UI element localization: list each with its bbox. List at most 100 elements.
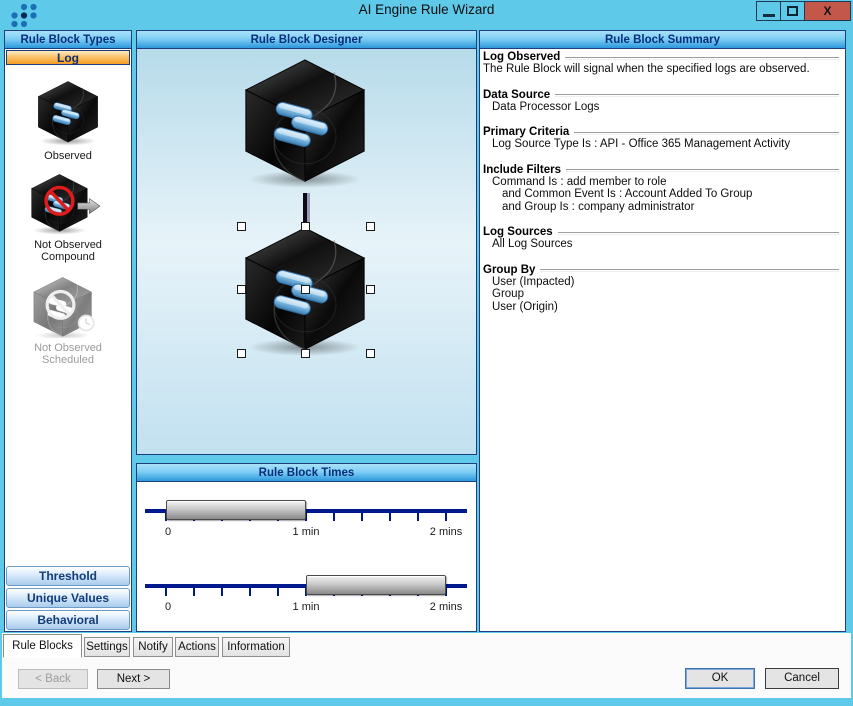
slider-tick [445, 511, 447, 521]
summary-line: and Group Is : company administrator [483, 201, 839, 214]
rule-block-summary-panel: Rule Block Summary Log Observed The Rule… [479, 30, 846, 632]
slider-tick [361, 511, 363, 521]
summary-line: Group [483, 288, 839, 301]
ok-button[interactable]: OK [685, 668, 755, 689]
section-title: Include Filters [483, 164, 561, 176]
title-bar[interactable]: AI Engine Rule Wizard X [0, 0, 853, 22]
summary-section-group-by: Group By User (Impacted) Group User (Ori… [483, 264, 839, 314]
time-slider-2[interactable]: 0 1 min 2 mins [137, 559, 476, 629]
threshold-type-button[interactable]: Threshold [6, 566, 130, 586]
slider-label-0: 0 [165, 601, 171, 613]
minimize-button[interactable] [756, 1, 781, 21]
section-title: Log Observed [483, 51, 560, 63]
section-divider [566, 169, 839, 172]
type-item-not-observed-scheduled: Not Observed Scheduled [12, 276, 124, 367]
section-divider [574, 132, 839, 135]
tab-notify[interactable]: Notify [133, 637, 173, 657]
window-title: AI Engine Rule Wizard [0, 2, 853, 17]
section-title: Log Sources [483, 226, 553, 238]
tab-actions[interactable]: Actions [175, 637, 219, 657]
section-divider [558, 232, 839, 235]
summary-line: User (Origin) [483, 301, 839, 314]
selection-handle[interactable] [237, 349, 246, 358]
selection-handle[interactable] [301, 222, 310, 231]
rule-block-summary-body: Log Observed The Rule Block will signal … [480, 49, 845, 313]
section-divider [555, 94, 839, 97]
summary-section-log-sources: Log Sources All Log Sources [483, 226, 839, 251]
cancel-button[interactable]: Cancel [765, 668, 839, 689]
rule-block-times-panel: Rule Block Times 0 1 min 2 mins 0 1 min … [136, 463, 477, 632]
slider-label-1min: 1 min [293, 601, 320, 613]
designer-canvas[interactable] [137, 49, 476, 454]
summary-line: Data Processor Logs [483, 101, 839, 114]
summary-section-include-filters: Include Filters Command Is : add member … [483, 164, 839, 214]
slider-label-1min: 1 min [293, 526, 320, 538]
unique-values-type-button[interactable]: Unique Values [6, 588, 130, 608]
selection-handle[interactable] [301, 349, 310, 358]
section-divider [540, 269, 839, 272]
slider-tick [277, 586, 279, 596]
section-title: Group By [483, 264, 535, 276]
section-title: Primary Criteria [483, 126, 569, 138]
type-item-label: Not Observed Compound [12, 239, 124, 264]
behavioral-type-button[interactable]: Behavioral [6, 610, 130, 630]
slider-tick [389, 511, 391, 521]
slider-label-2mins: 2 mins [430, 601, 462, 613]
rule-block-summary-header: Rule Block Summary [480, 31, 845, 49]
summary-line: User (Impacted) [483, 276, 839, 289]
type-item-label: Observed [12, 150, 124, 163]
summary-line: All Log Sources [483, 238, 839, 251]
type-item-not-observed-compound[interactable]: Not Observed Compound [12, 173, 124, 264]
maximize-icon [787, 6, 798, 16]
section-divider [565, 57, 839, 60]
rule-block-designer-panel: Rule Block Designer [136, 30, 477, 455]
tab-rule-blocks[interactable]: Rule Blocks [3, 634, 82, 658]
summary-section-primary-criteria: Primary Criteria Log Source Type Is : AP… [483, 126, 839, 151]
slider-range-bar[interactable] [166, 500, 306, 520]
summary-line: The Rule Block will signal when the spec… [483, 63, 839, 76]
slider-label-2mins: 2 mins [430, 526, 462, 538]
slider-tick [165, 586, 167, 596]
close-button[interactable]: X [804, 1, 851, 21]
selection-handle[interactable] [366, 222, 375, 231]
selection-handle[interactable] [366, 285, 375, 294]
bottom-bar: Rule Blocks Settings Notify Actions Info… [2, 633, 851, 698]
next-button[interactable]: Next > [97, 669, 170, 689]
designer-log-cube-1[interactable] [241, 57, 369, 189]
not-observed-scheduled-icon [30, 276, 106, 338]
slider-label-0: 0 [165, 526, 171, 538]
minimize-icon [763, 14, 775, 17]
log-type-button[interactable]: Log [6, 50, 130, 65]
type-item-observed[interactable]: Observed [12, 80, 124, 163]
summary-line: Command Is : add member to role [483, 176, 839, 189]
slider-range-bar[interactable] [306, 575, 446, 595]
not-observed-compound-icon [29, 173, 107, 235]
rule-block-type-list: Observed Not Observed Compound [5, 66, 131, 565]
time-slider-1[interactable]: 0 1 min 2 mins [137, 484, 476, 554]
selection-handle[interactable] [237, 222, 246, 231]
slider-tick [193, 586, 195, 596]
tab-settings[interactable]: Settings [84, 637, 130, 657]
slider-tick [221, 586, 223, 596]
observed-cube-icon [30, 80, 106, 146]
slider-tick [249, 586, 251, 596]
rule-block-types-header: Rule Block Types [5, 31, 131, 49]
back-button[interactable]: < Back [18, 669, 88, 689]
summary-section-log-observed: Log Observed The Rule Block will signal … [483, 51, 839, 76]
type-item-label: Not Observed Scheduled [12, 342, 124, 367]
selection-handle[interactable] [301, 285, 310, 294]
rule-block-times-header: Rule Block Times [137, 464, 476, 482]
summary-line: Log Source Type Is : API - Office 365 Ma… [483, 138, 839, 151]
slider-tick [333, 511, 335, 521]
maximize-button[interactable] [780, 1, 805, 21]
tab-information[interactable]: Information [222, 637, 290, 657]
section-title: Data Source [483, 89, 550, 101]
summary-section-data-source: Data Source Data Processor Logs [483, 89, 839, 114]
rule-block-designer-header: Rule Block Designer [137, 31, 476, 49]
summary-line: and Common Event Is : Account Added To G… [483, 188, 839, 201]
rule-block-types-panel: Rule Block Types Log Observed Not Observ… [4, 30, 132, 632]
selection-handle[interactable] [366, 349, 375, 358]
selection-handle[interactable] [237, 285, 246, 294]
rule-block-times-body: 0 1 min 2 mins 0 1 min 2 mins [137, 482, 476, 631]
ai-engine-rule-wizard-window: AI Engine Rule Wizard X Rule Block Types… [0, 0, 853, 706]
